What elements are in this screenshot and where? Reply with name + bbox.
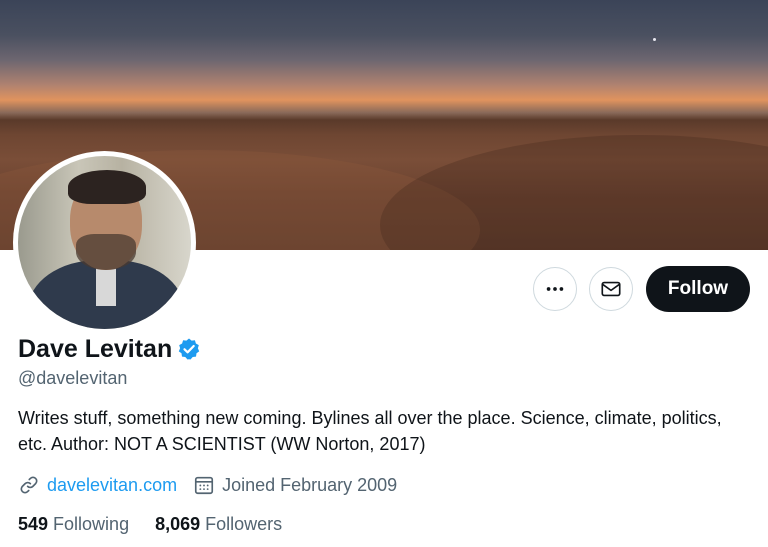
profile-name-row: Dave Levitan xyxy=(18,333,201,365)
following-count: 549 xyxy=(18,514,49,534)
profile-name: Dave Levitan xyxy=(18,335,173,363)
followers-stat[interactable]: 8,069 Followers xyxy=(155,514,282,535)
followers-label: Followers xyxy=(205,514,283,534)
following-stat[interactable]: 549 Following xyxy=(18,514,129,535)
follow-button[interactable]: Follow xyxy=(646,266,750,312)
verified-badge-icon[interactable] xyxy=(177,337,201,361)
profile-stats: 549 Following 8,069 Followers xyxy=(18,514,308,535)
banner-star xyxy=(653,38,656,41)
banner-dune xyxy=(380,135,768,250)
joined-date: Joined February 2009 xyxy=(222,474,398,495)
avatar-photo xyxy=(18,156,191,329)
profile-handle: @davelevitan xyxy=(18,368,128,388)
joined-item: Joined February 2009 xyxy=(193,474,397,496)
avatar-shirt xyxy=(96,266,116,306)
profile-bio: Writes stuff, something new coming. Byli… xyxy=(18,408,722,454)
link-icon xyxy=(20,476,38,494)
envelope-icon xyxy=(601,281,621,297)
calendar-icon xyxy=(195,476,214,495)
following-label: Following xyxy=(53,514,130,534)
website-link[interactable]: davelevitan.com xyxy=(47,475,177,496)
avatar-hair xyxy=(68,170,146,204)
more-options-button[interactable] xyxy=(533,267,577,311)
message-button[interactable] xyxy=(589,267,633,311)
website-item[interactable]: davelevitan.com xyxy=(18,474,177,496)
followers-count: 8,069 xyxy=(155,514,201,534)
profile-meta: davelevitan.com Joined February 2009 xyxy=(18,474,397,496)
more-horizontal-icon xyxy=(546,287,564,291)
profile-avatar[interactable] xyxy=(13,151,196,334)
avatar-beard xyxy=(76,234,136,270)
